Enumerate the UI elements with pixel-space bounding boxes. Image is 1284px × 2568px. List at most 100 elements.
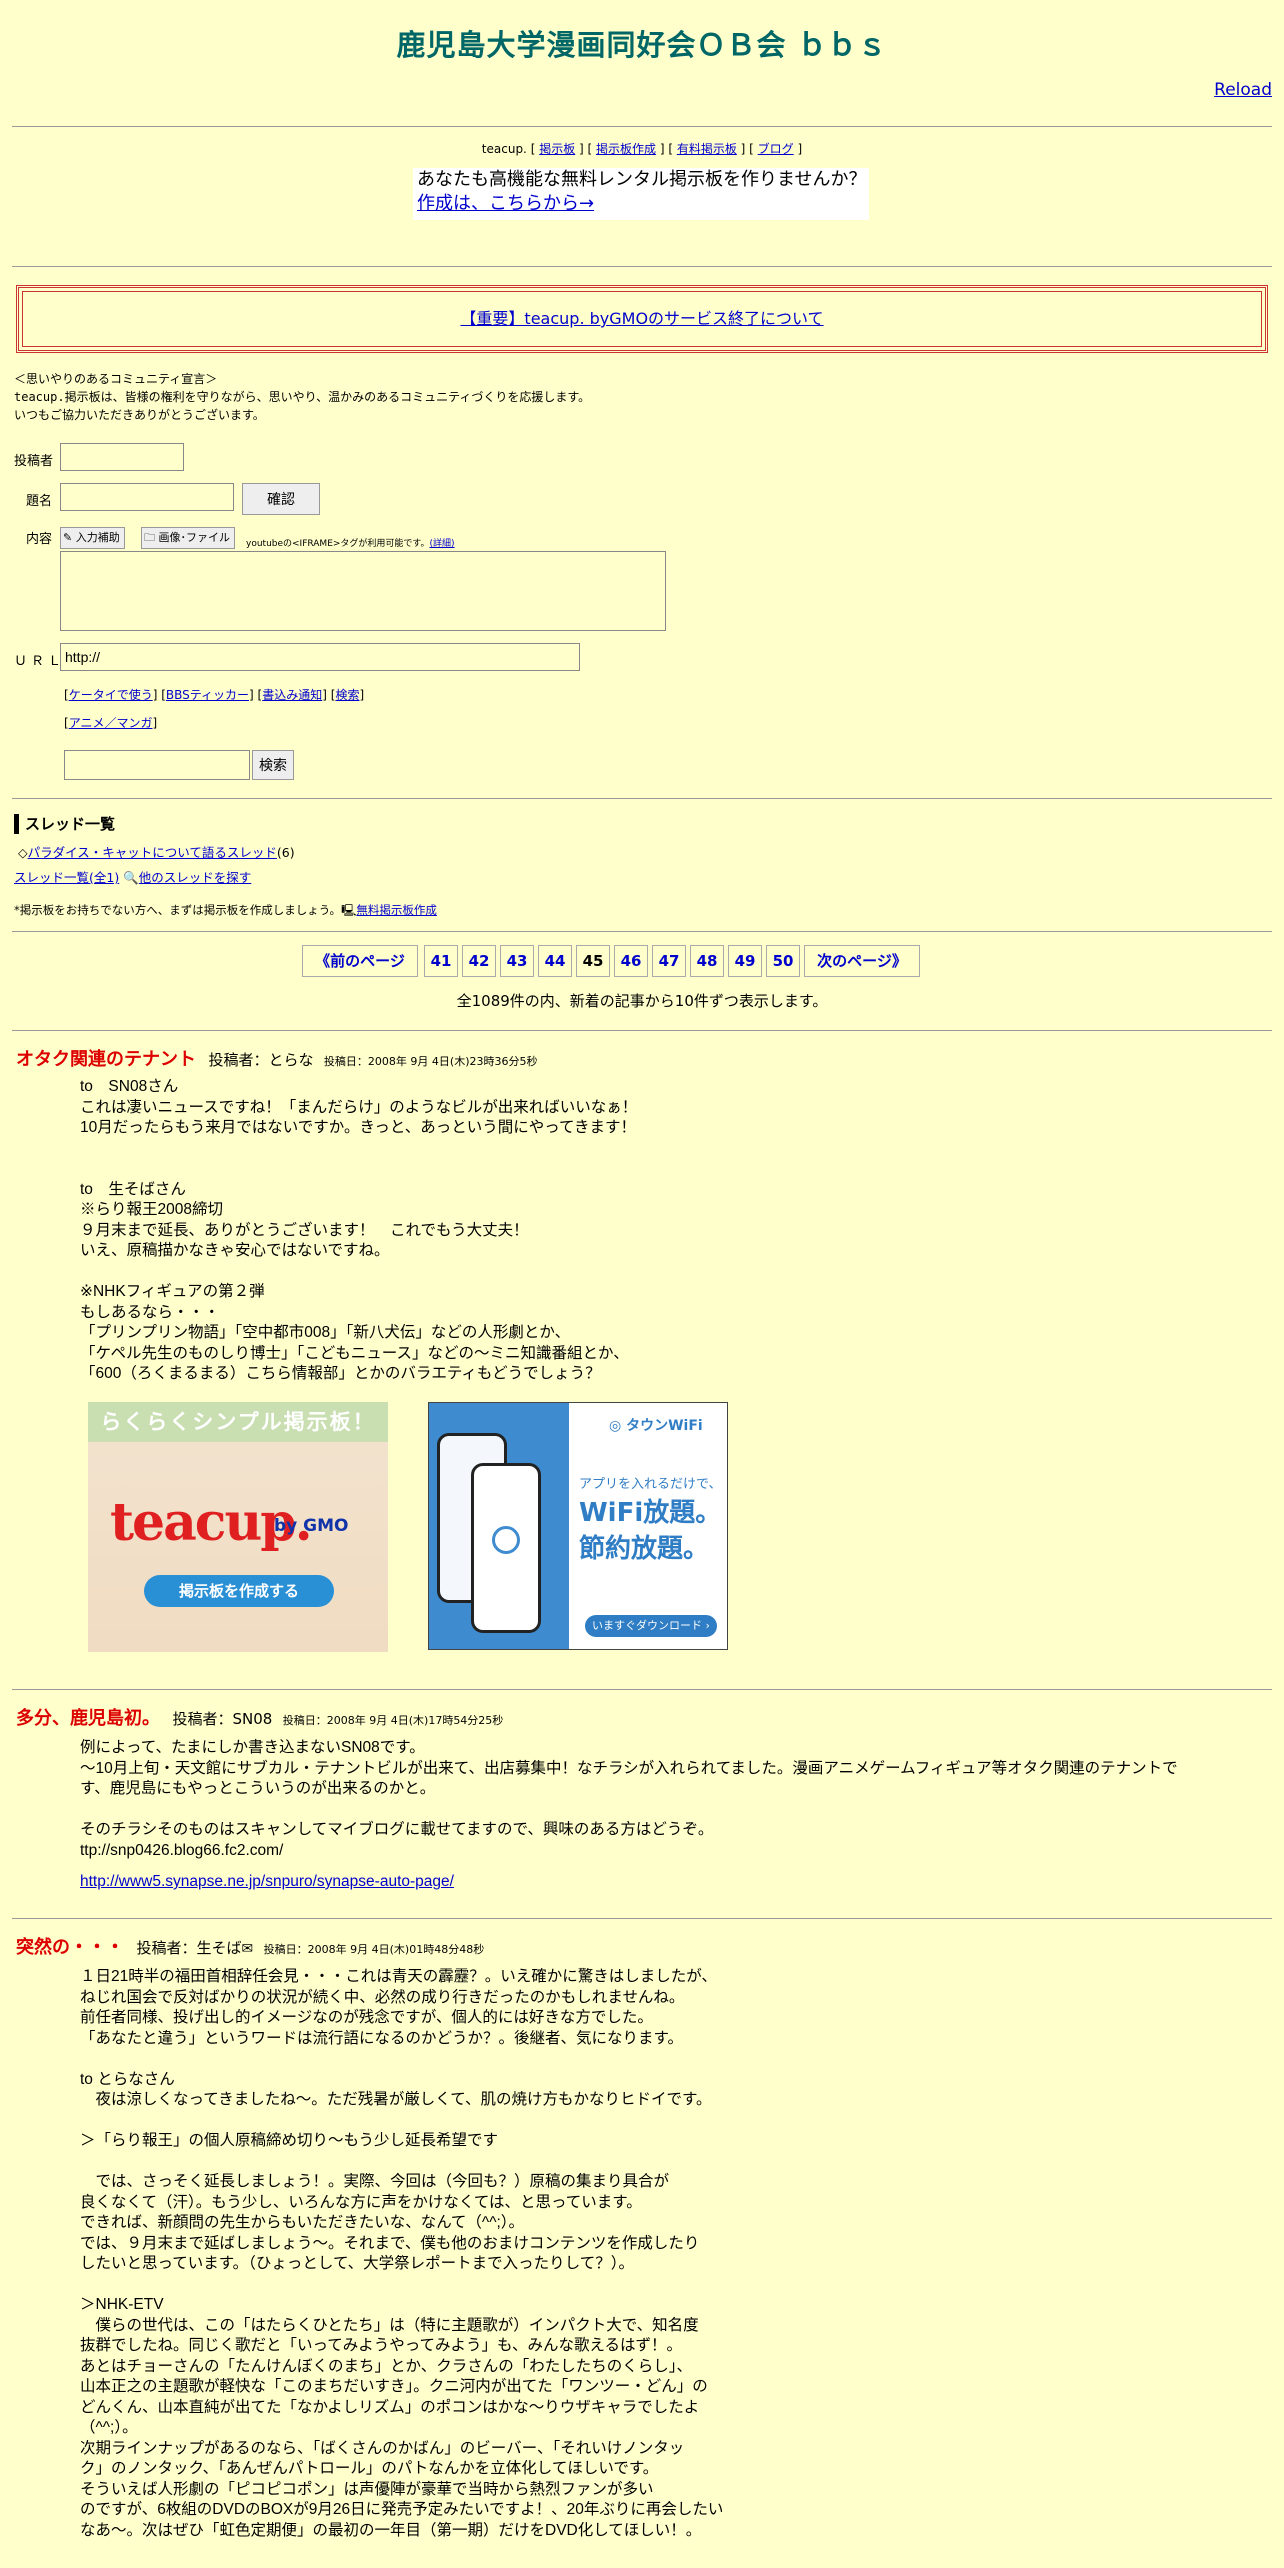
- post-header: オタク関連のテナント 投稿者：とらな 投稿日：2008年 9月 4日(木)23時…: [16, 1045, 537, 1071]
- post-author: 投稿者：とらな: [208, 1051, 314, 1069]
- url-input[interactable]: [60, 643, 580, 671]
- post-title: 突然の・・・: [16, 1937, 124, 1958]
- wifi-headline: WiFi放題。 節約放題。: [579, 1495, 721, 1567]
- thread-link[interactable]: パラダイス・キャットについて語るスレッド: [28, 845, 277, 860]
- author-label: 投稿者: [14, 454, 54, 469]
- reload-link[interactable]: Reload: [1214, 80, 1272, 100]
- banner-phone-area: [429, 1403, 569, 1649]
- folder-icon: 🗀: [144, 531, 155, 544]
- gmo-logo: by GMO: [274, 1516, 349, 1536]
- divider: [12, 1689, 1272, 1690]
- create-board-link[interactable]: 無料掲示板作成: [356, 903, 437, 917]
- subject-input[interactable]: [60, 483, 234, 511]
- wifi-banner[interactable]: ◎ タウンWiFi アプリを入れるだけで、 WiFi放題。 節約放題。 いますぐ…: [428, 1402, 728, 1650]
- wifi-brand-text: タウンWiFi: [626, 1418, 703, 1434]
- wifi-headline-2: 節約放題。: [579, 1534, 710, 1564]
- post-header: 突然の・・・ 投稿者：生そば✉ 投稿日：2008年 9月 4日(木)01時48分…: [16, 1933, 484, 1959]
- board-icon: 🖳: [341, 903, 357, 917]
- declaration-thanks: いつもご協力いただきありがとうございます。: [14, 408, 265, 422]
- body-textarea[interactable]: [60, 551, 666, 631]
- post-count: 全1089件の内、新着の記事から10件ずつ表示します。: [456, 992, 828, 1010]
- search-input[interactable]: [64, 750, 250, 780]
- mobile-link[interactable]: ケータイで使う: [69, 688, 153, 702]
- page-link-50[interactable]: 50: [766, 945, 800, 977]
- post-title: オタク関連のテナント: [16, 1049, 196, 1070]
- notice-link[interactable]: 【重要】teacup. byGMOのサービス終了について: [460, 309, 823, 328]
- input-help-label: 入力補助: [75, 531, 120, 544]
- page-link-42[interactable]: 42: [462, 945, 496, 977]
- ticker-link[interactable]: BBSティッカー: [166, 688, 249, 702]
- search-button[interactable]: 検索: [252, 750, 294, 780]
- post-date: 投稿日：2008年 9月 4日(木)17時54分25秒: [282, 1714, 504, 1727]
- divider: [12, 126, 1272, 127]
- speed-gauge-icon: [492, 1526, 520, 1554]
- all-threads-link[interactable]: スレッド一覧(全1): [14, 870, 119, 885]
- prev-page-link[interactable]: 《前のページ: [302, 945, 418, 977]
- thread-item: ◇パラダイス・キャットについて語るスレッド(6): [18, 842, 295, 861]
- notice-box: 【重要】teacup. byGMOのサービス終了について: [16, 285, 1268, 353]
- wifi-icon: ◎: [609, 1418, 622, 1434]
- ad-link[interactable]: 作成は、こちらから→: [417, 193, 594, 214]
- other-threads-link[interactable]: 他のスレッドを探す: [139, 870, 252, 885]
- notify-link[interactable]: 書込み通知: [262, 688, 322, 702]
- page-link-49[interactable]: 49: [728, 945, 762, 977]
- page-link-41[interactable]: 41: [424, 945, 458, 977]
- bar-link-create[interactable]: 掲示板作成: [596, 142, 656, 156]
- page-link-44[interactable]: 44: [538, 945, 572, 977]
- anime-manga-link[interactable]: アニメ／マンガ: [69, 716, 153, 730]
- banner-heading: らくらくシンプル掲示板！: [88, 1402, 388, 1442]
- author-input[interactable]: [60, 443, 184, 471]
- divider: [12, 1918, 1272, 1919]
- details-link[interactable]: (詳細): [430, 539, 455, 549]
- divider: [12, 1030, 1272, 1031]
- page-link-43[interactable]: 43: [500, 945, 534, 977]
- url-label: ＵＲＬ: [14, 654, 66, 669]
- image-file-button[interactable]: 🗀 画像･ファイル: [141, 527, 235, 549]
- youtube-note-text: youtubeの<IFRAME>タグが利用可能です。: [246, 539, 430, 549]
- thread-nav: スレッド一覧(全1) 🔍他のスレッドを探す: [14, 867, 251, 886]
- input-help-button[interactable]: ✎ 入力補助: [60, 527, 125, 549]
- next-page-link[interactable]: 次のページ》: [804, 945, 920, 977]
- page-link-48[interactable]: 48: [690, 945, 724, 977]
- post-header: 多分、鹿児島初。 投稿者：SN08 投稿日：2008年 9月 4日(木)17時5…: [16, 1704, 503, 1730]
- page-link-47[interactable]: 47: [652, 945, 686, 977]
- wifi-headline-1: WiFi放題。: [579, 1498, 722, 1528]
- thread-list-title: スレッド一覧: [14, 814, 115, 834]
- divider: [12, 798, 1272, 799]
- bar-link-board[interactable]: 掲示板: [539, 142, 575, 156]
- post-body: １日21時半の福田首相辞任会見・・・これは青天の霹靂？。いえ確かに驚きはしました…: [80, 1968, 724, 2539]
- tool-links: [ケータイで使う] [BBSティッカー] [書込み通知] [検索]: [64, 688, 365, 702]
- category-links: [アニメ／マンガ]: [64, 716, 158, 730]
- body-label: 内容: [26, 532, 53, 547]
- create-note-text: *掲示板をお持ちでない方へ、まずは掲示板を作成しましょう。: [14, 903, 342, 917]
- thread-count: (6): [276, 845, 295, 860]
- download-button[interactable]: いますぐダウンロード ›: [585, 1615, 717, 1637]
- search-icon: 🔍: [123, 870, 139, 885]
- bar-link-blog[interactable]: ブログ: [758, 142, 794, 156]
- subject-label: 題名: [26, 494, 53, 509]
- create-board-button[interactable]: 掲示板を作成する: [144, 1575, 334, 1607]
- teacup-brand: teacup.: [481, 142, 527, 156]
- post-author: 投稿者：生そば: [136, 1939, 242, 1957]
- teacup-banner[interactable]: らくらくシンプル掲示板！ teacup. by GMO 掲示板を作成する: [88, 1402, 388, 1652]
- page-link-46[interactable]: 46: [614, 945, 648, 977]
- divider: [12, 931, 1272, 932]
- search-link[interactable]: 検索: [335, 688, 359, 702]
- divider: [12, 266, 1272, 267]
- post-link[interactable]: http://www5.synapse.ne.jp/snpuro/synapse…: [80, 1872, 454, 1893]
- post-date: 投稿日：2008年 9月 4日(木)01時48分48秒: [263, 1943, 485, 1956]
- post-body: to SN08さん これは凄いニュースですね！「まんだらけ」のようなビルが出来れ…: [80, 1078, 638, 1382]
- confirm-button[interactable]: 確認: [242, 483, 320, 515]
- post-title: 多分、鹿児島初。: [16, 1708, 160, 1729]
- ad-box: あなたも高機能な無料レンタル掲示板を作りませんか？ 作成は、こちらから→: [413, 168, 869, 220]
- bar-link-paid[interactable]: 有料掲示板: [677, 142, 737, 156]
- youtube-note: youtubeの<IFRAME>タグが利用可能です。(詳細): [246, 536, 455, 549]
- pencil-icon: ✎: [63, 531, 73, 544]
- image-file-label: 画像･ファイル: [158, 531, 231, 544]
- phone-image: [471, 1463, 541, 1633]
- declaration-text: teacup.掲示板は、皆様の権利を守りながら、思いやり、温かみのあるコミュニテ…: [14, 390, 591, 404]
- post-body: 例によって、たまにしか書き込まないSN08です。 ～10月上旬・天文館にサブカル…: [80, 1739, 1178, 1859]
- community-declaration: ＜思いやりのあるコミュニティ宣言＞ teacup.掲示板は、皆様の権利を守りなが…: [14, 370, 590, 424]
- mail-icon[interactable]: ✉: [241, 1941, 253, 1957]
- declaration-heading: ＜思いやりのあるコミュニティ宣言＞: [14, 372, 218, 386]
